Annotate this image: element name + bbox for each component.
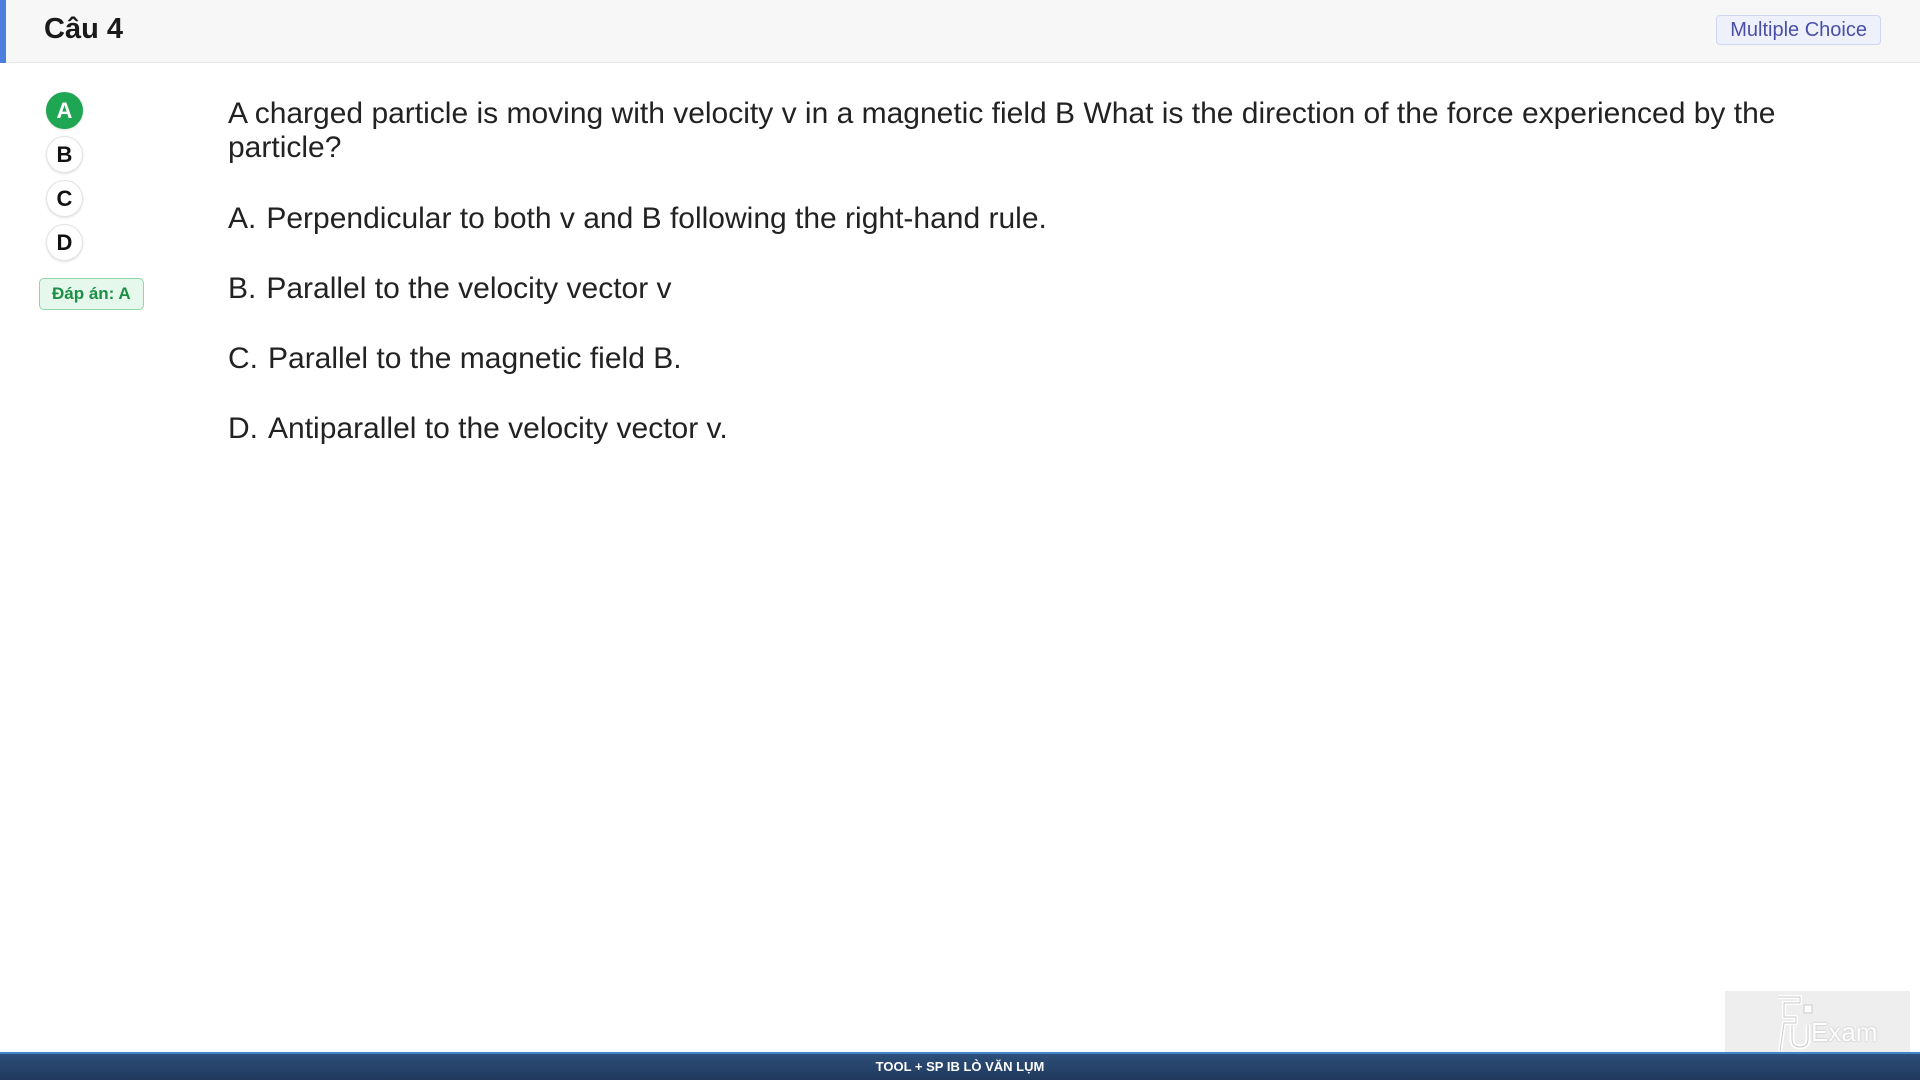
option-letter: D. xyxy=(228,412,258,445)
option-letter: B. xyxy=(228,272,257,305)
question-text: A charged particle is moving with veloci… xyxy=(228,97,1776,164)
logo-text: Exam xyxy=(1811,1017,1878,1047)
answer-choice-b[interactable]: B xyxy=(46,136,83,173)
answer-choice-column: A B C D xyxy=(46,92,86,268)
header-accent-bar xyxy=(0,0,6,63)
option-text: Perpendicular to both v and B following … xyxy=(266,202,1047,235)
question-title: Câu 4 xyxy=(44,13,123,45)
answer-choice-c[interactable]: C xyxy=(46,180,83,217)
option-text: Parallel to the magnetic field B. xyxy=(268,342,682,375)
question-type-badge: Multiple Choice xyxy=(1716,15,1881,45)
question-header: Câu 4 Multiple Choice xyxy=(0,0,1920,63)
footer-bar: TOOL + SP IB LÒ VĂN LỤM xyxy=(0,1052,1920,1080)
fu-exam-logo: Exam xyxy=(1725,991,1910,1052)
exam-question-page: Câu 4 Multiple Choice A B C D Đáp án: A … xyxy=(0,0,1920,1080)
option-text: Parallel to the velocity vector v xyxy=(266,272,672,305)
option-b: B. Parallel to the velocity vector v xyxy=(228,270,1728,340)
option-a: A. Perpendicular to both v and B followin… xyxy=(228,200,1728,270)
answer-choice-a[interactable]: A xyxy=(46,92,83,129)
answer-choice-d[interactable]: D xyxy=(46,224,83,261)
option-list: A. Perpendicular to both v and B followin… xyxy=(228,200,1728,480)
footer-text: TOOL + SP IB LÒ VĂN LỤM xyxy=(875,1059,1045,1074)
option-letter: A. xyxy=(228,202,257,235)
option-letter: C. xyxy=(228,342,258,375)
option-c: C. Parallel to the magnetic field B. xyxy=(228,340,1728,410)
answer-key-badge: Đáp án: A xyxy=(39,278,144,310)
option-text: Antiparallel to the velocity vector v. xyxy=(268,412,728,445)
option-d: D. Antiparallel to the velocity vector v. xyxy=(228,410,1728,480)
